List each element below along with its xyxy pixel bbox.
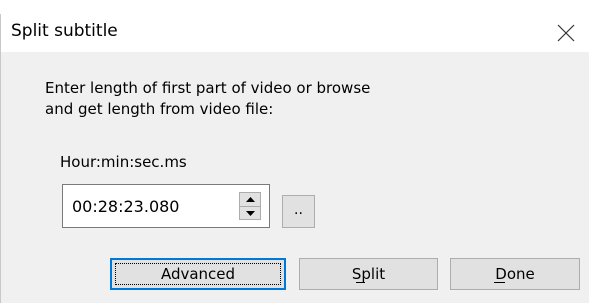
close-icon [557,24,575,42]
prompt-text: Enter length of first part of video or b… [45,79,371,118]
close-button[interactable] [543,14,589,52]
done-button[interactable]: Done [450,258,580,290]
dialog-title: Split subtitle [11,21,118,41]
done-mnemonic-underline [494,282,505,283]
triangle-up-icon [245,197,255,202]
spin-up-button[interactable] [240,193,260,206]
background-strip [0,0,589,14]
triangle-down-icon [245,211,255,216]
advanced-button[interactable]: Advanced [110,258,286,290]
split-button-label: Split [351,265,386,283]
time-input[interactable] [64,186,230,226]
page: Split subtitle Enter length of first par… [0,0,589,303]
split-subtitle-dialog: Split subtitle Enter length of first par… [0,14,589,303]
spin-down-button[interactable] [240,206,260,220]
browse-button-label: .. [294,201,303,218]
done-button-label: Done [495,265,535,283]
titlebar: Split subtitle [1,14,589,52]
time-field [62,184,270,228]
time-spinner [239,192,261,220]
browse-button[interactable]: .. [282,195,315,228]
focus-ring [115,263,281,285]
time-format-label: Hour:min:sec.ms [60,153,187,171]
split-mnemonic-underline [356,282,365,283]
split-button[interactable]: Split [299,258,438,290]
